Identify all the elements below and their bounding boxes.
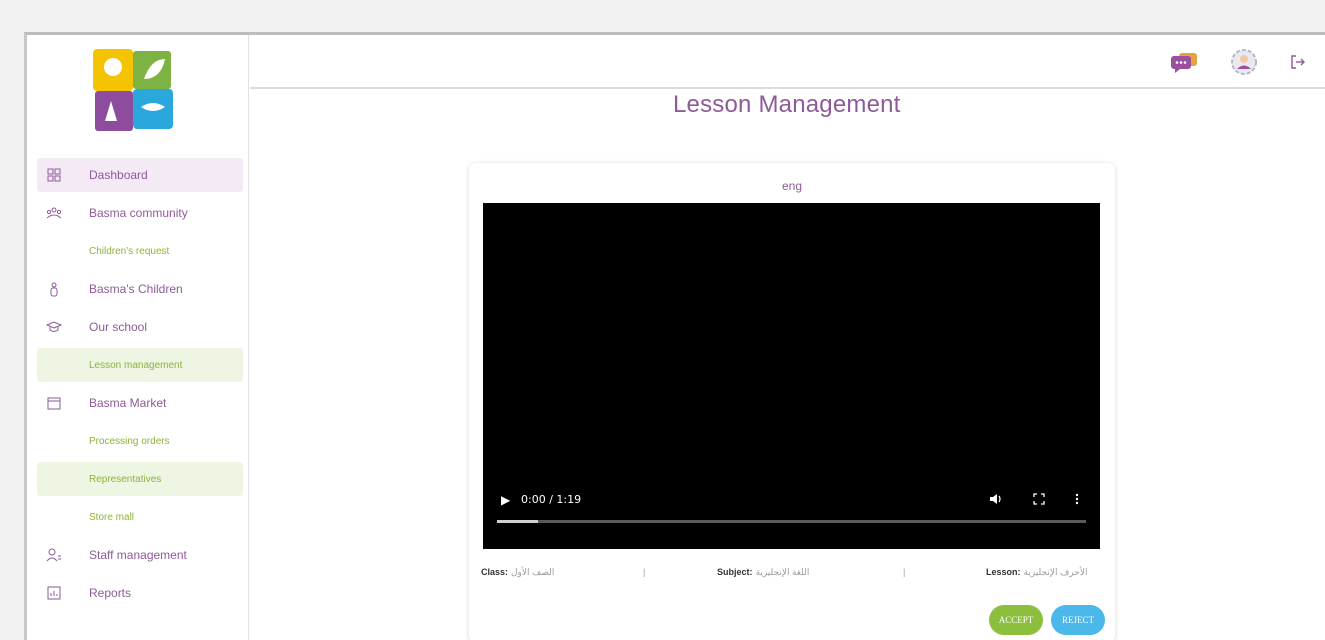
- dashboard-icon: [43, 168, 65, 182]
- lesson-title: eng: [781, 179, 803, 193]
- sidebar-item-label: Reports: [89, 586, 132, 600]
- sidebar-item-basma-market[interactable]: Basma Market: [37, 386, 243, 420]
- app-frame: Dashboard Basma community Children's req…: [24, 32, 1325, 640]
- video-player[interactable]: ▶ 0:00 / 1:19: [483, 203, 1100, 549]
- sidebar-item-childrens-request[interactable]: Children's request: [37, 234, 243, 268]
- sidebar-item-label: Dashboard: [89, 168, 148, 182]
- sidebar-item-label: Basma community: [89, 206, 188, 220]
- lesson-meta: Class: الصف الأول | Subject: اللغة الإنجلي…: [481, 567, 1105, 583]
- meta-separator: |: [643, 567, 646, 577]
- sidebar: Dashboard Basma community Children's req…: [27, 35, 249, 640]
- fullscreen-icon[interactable]: [1033, 493, 1045, 508]
- school-icon: [43, 321, 65, 333]
- staff-icon: [43, 548, 65, 562]
- sidebar-item-staff-management[interactable]: Staff management: [37, 538, 243, 572]
- reject-button[interactable]: REJECT: [1051, 605, 1105, 635]
- sidebar-item-label: Basma Market: [89, 396, 167, 410]
- lesson-card: eng ▶ 0:00 / 1:19 Class: الصف الأول | Su…: [469, 163, 1115, 640]
- sidebar-item-label: Staff management: [89, 548, 187, 562]
- meta-subject-label: Subject:: [717, 567, 753, 577]
- sidebar-item-label: Representatives: [89, 473, 162, 485]
- meta-class: Class: الصف الأول: [481, 567, 554, 578]
- play-icon[interactable]: ▶: [501, 493, 510, 507]
- sidebar-item-label: Processing orders: [89, 435, 170, 447]
- top-bar: [250, 35, 1325, 89]
- sidebar-item-label: Store mall: [89, 511, 135, 523]
- meta-lesson-label: Lesson:: [986, 567, 1021, 577]
- sidebar-item-label: Basma's Children: [89, 282, 183, 296]
- top-bar-actions: [1169, 47, 1307, 77]
- sidebar-item-label: Our school: [89, 320, 148, 334]
- meta-separator: |: [903, 567, 906, 577]
- sidebar-item-basmas-children[interactable]: Basma's Children: [37, 272, 243, 306]
- sidebar-item-our-school[interactable]: Our school: [37, 310, 243, 344]
- meta-lesson-value: الأحرف الإنجليزية: [1023, 567, 1088, 577]
- sidebar-item-lesson-management[interactable]: Lesson management: [37, 348, 243, 382]
- sidebar-item-label: Children's request: [89, 245, 170, 257]
- sidebar-item-processing-orders[interactable]: Processing orders: [37, 424, 243, 458]
- sidebar-item-store-mall[interactable]: Store mall: [37, 500, 243, 534]
- reports-icon: [43, 586, 65, 600]
- profile-settings-icon[interactable]: [1229, 47, 1259, 77]
- video-progress-bar[interactable]: [497, 520, 1086, 523]
- sidebar-nav: Dashboard Basma community Children's req…: [37, 158, 243, 614]
- sidebar-item-dashboard[interactable]: Dashboard: [37, 158, 243, 192]
- meta-subject: Subject: اللغة الإنجليزية: [717, 567, 809, 578]
- community-icon: [43, 207, 65, 219]
- video-controls: ▶ 0:00 / 1:19: [483, 493, 1100, 549]
- meta-class-value: الصف الأول: [511, 567, 555, 577]
- logout-icon[interactable]: [1289, 53, 1307, 71]
- child-icon: [43, 282, 65, 297]
- video-time: 0:00 / 1:19: [521, 493, 582, 506]
- video-progress-fill: [497, 520, 539, 523]
- sidebar-item-reports[interactable]: Reports: [37, 576, 243, 610]
- sidebar-item-representatives[interactable]: Representatives: [37, 462, 243, 496]
- page-title: Lesson Management: [673, 91, 901, 118]
- sidebar-item-label: Lesson management: [89, 359, 183, 371]
- accept-button[interactable]: ACCEPT: [989, 605, 1043, 635]
- bosma-logo[interactable]: [89, 45, 177, 137]
- meta-lesson: Lesson: الأحرف الإنجليزية: [986, 567, 1087, 578]
- meta-class-label: Class:: [481, 567, 509, 577]
- meta-subject-value: اللغة الإنجليزية: [755, 567, 810, 577]
- market-icon: [43, 396, 65, 410]
- more-options-icon[interactable]: [1075, 493, 1079, 508]
- volume-icon[interactable]: [989, 493, 1003, 508]
- sidebar-item-basma-community[interactable]: Basma community: [37, 196, 243, 230]
- chat-icon[interactable]: [1169, 50, 1199, 74]
